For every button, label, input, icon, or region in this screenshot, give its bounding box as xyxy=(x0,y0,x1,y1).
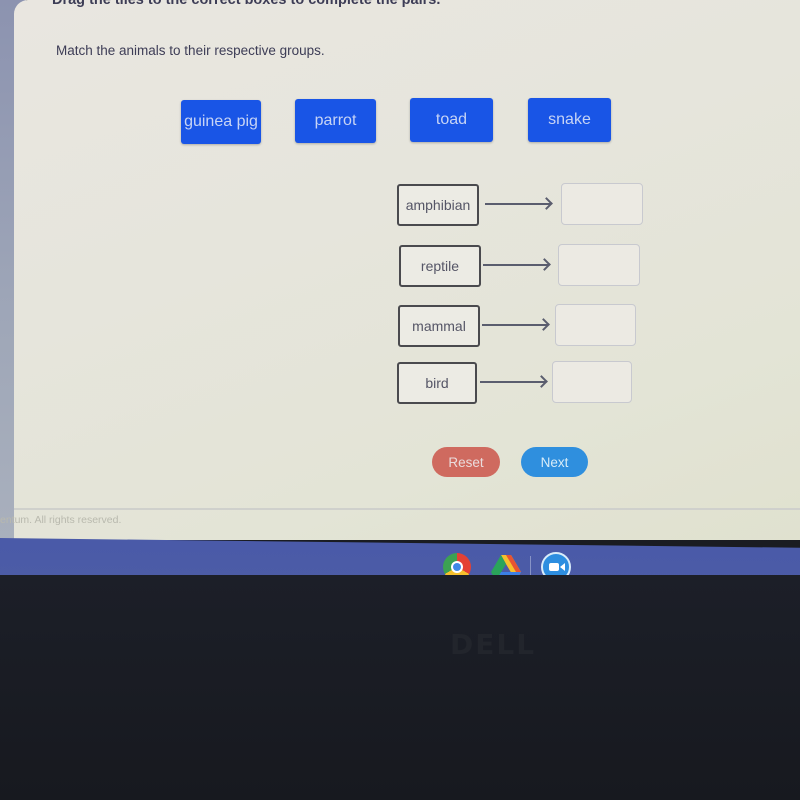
drop-target-amphibian[interactable] xyxy=(561,183,643,225)
arrow-icon xyxy=(485,203,551,205)
tile-guinea-pig[interactable]: guinea pig xyxy=(181,100,261,144)
tile-parrot[interactable]: parrot xyxy=(295,99,376,143)
copyright-text: entum. All rights reserved. xyxy=(0,514,122,526)
tile-toad[interactable]: toad xyxy=(410,98,493,142)
footer-divider xyxy=(14,508,800,510)
next-button[interactable]: Next xyxy=(521,447,588,477)
monitor-bezel xyxy=(0,575,800,800)
arrow-icon xyxy=(483,264,549,266)
drop-target-bird[interactable] xyxy=(552,361,632,403)
group-label: mammal xyxy=(398,305,480,347)
bezel-brand-logo: DELL xyxy=(450,628,537,661)
group-label: bird xyxy=(397,362,477,404)
pair-row-mammal: mammal xyxy=(397,304,647,347)
question-prompt: Match the animals to their respective gr… xyxy=(56,43,325,58)
group-label: reptile xyxy=(399,245,481,287)
group-label: amphibian xyxy=(397,184,479,226)
pair-row-bird: bird xyxy=(397,361,647,404)
arrow-icon xyxy=(480,381,546,383)
pair-row-reptile: reptile xyxy=(397,244,647,287)
instruction-text: Drag the tiles to the correct boxes to c… xyxy=(52,0,441,8)
drop-target-mammal[interactable] xyxy=(555,304,636,346)
reset-button[interactable]: Reset xyxy=(432,447,500,477)
pair-row-amphibian: amphibian xyxy=(397,183,647,226)
arrow-icon xyxy=(482,324,548,326)
tile-snake[interactable]: snake xyxy=(528,98,611,142)
drop-target-reptile[interactable] xyxy=(558,244,640,286)
